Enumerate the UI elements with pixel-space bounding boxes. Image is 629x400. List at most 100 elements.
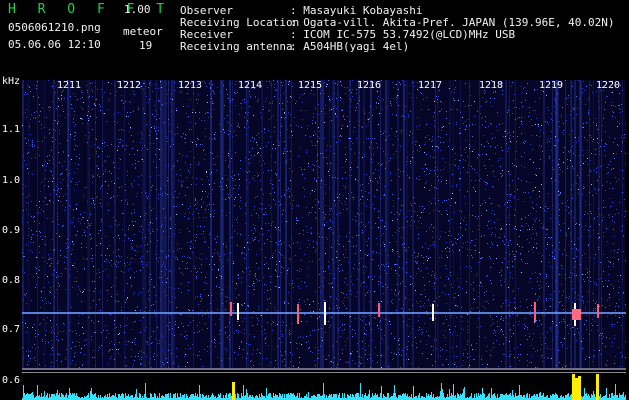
- noise-speckle: [549, 255, 550, 256]
- noise-speckle: [332, 99, 333, 100]
- noise-speckle: [280, 204, 281, 205]
- noise-speckle: [198, 139, 199, 140]
- noise-speckle: [88, 223, 89, 224]
- noise-speckle: [224, 254, 225, 255]
- noise-speckle: [261, 117, 262, 118]
- noise-speckle: [325, 253, 326, 254]
- noise-speckle: [383, 233, 384, 234]
- noise-speckle: [505, 131, 506, 132]
- noise-speckle: [43, 287, 44, 288]
- noise-speckle: [93, 176, 94, 177]
- noise-speckle: [372, 204, 373, 205]
- noise-speckle: [514, 357, 515, 358]
- noise-speckle: [446, 210, 447, 211]
- noise-speckle: [313, 170, 314, 171]
- noise-speckle: [114, 241, 115, 242]
- noise-speckle: [570, 365, 571, 366]
- noise-speckle: [378, 163, 379, 164]
- noise-speckle: [281, 267, 282, 268]
- noise-speckle: [588, 112, 589, 113]
- noise-speckle: [386, 226, 387, 227]
- noise-speckle: [257, 281, 258, 282]
- noise-speckle: [471, 240, 472, 241]
- spectrogram-canvas[interactable]: [22, 80, 626, 370]
- noise-speckle: [555, 136, 556, 137]
- noise-speckle: [416, 263, 417, 264]
- noise-speckle: [300, 336, 301, 337]
- noise-speckle: [522, 92, 523, 93]
- noise-speckle: [84, 212, 85, 213]
- noise-speckle: [148, 298, 149, 299]
- noise-speckle: [45, 198, 46, 199]
- noise-speckle: [420, 341, 421, 342]
- noise-speckle: [121, 200, 122, 201]
- noise-speckle: [359, 200, 360, 201]
- noise-speckle: [60, 189, 61, 190]
- noise-speckle: [54, 249, 55, 250]
- noise-speckle: [296, 125, 297, 126]
- noise-speckle: [39, 246, 40, 247]
- noise-speckle: [448, 220, 449, 221]
- noise-speckle: [176, 257, 177, 258]
- noise-speckle: [484, 295, 485, 296]
- noise-speckle: [213, 164, 214, 165]
- noise-speckle: [584, 324, 585, 325]
- noise-speckle: [245, 203, 246, 204]
- noise-speckle: [149, 338, 150, 339]
- noise-speckle: [190, 322, 191, 323]
- noise-speckle: [169, 287, 170, 288]
- noise-speckle: [434, 282, 435, 283]
- noise-speckle: [52, 175, 53, 176]
- noise-speckle: [254, 275, 255, 276]
- noise-speckle: [584, 281, 585, 282]
- noise-speckle: [477, 157, 478, 158]
- noise-speckle: [111, 144, 112, 145]
- noise-speckle: [319, 309, 320, 310]
- noise-speckle: [101, 89, 102, 90]
- noise-speckle: [299, 362, 300, 363]
- noise-speckle: [278, 321, 279, 322]
- noise-speckle: [166, 103, 167, 104]
- noise-speckle: [135, 221, 136, 222]
- noise-speckle: [520, 254, 521, 255]
- noise-speckle: [588, 280, 589, 281]
- noise-speckle: [103, 113, 104, 114]
- noise-speckle: [613, 286, 614, 287]
- noise-speckle: [368, 138, 369, 139]
- noise-speckle: [55, 120, 56, 121]
- noise-speckle: [109, 171, 110, 172]
- noise-speckle: [253, 294, 254, 295]
- noise-speckle: [380, 220, 381, 221]
- noise-speckle: [36, 231, 37, 232]
- noise-speckle: [51, 340, 52, 341]
- noise-speckle: [573, 307, 574, 308]
- noise-streak: [435, 80, 436, 370]
- noise-speckle: [105, 171, 106, 172]
- noise-speckle: [289, 332, 290, 333]
- noise-speckle: [466, 292, 467, 293]
- noise-speckle: [424, 171, 425, 172]
- noise-speckle: [159, 118, 160, 119]
- noise-speckle: [108, 82, 109, 83]
- noise-speckle: [396, 264, 397, 265]
- noise-speckle: [42, 107, 43, 108]
- noise-speckle: [320, 346, 321, 347]
- noise-speckle: [530, 159, 531, 160]
- noise-speckle: [74, 149, 75, 150]
- noise-speckle: [378, 284, 379, 285]
- noise-speckle: [463, 159, 464, 160]
- noise-speckle: [169, 124, 170, 125]
- noise-speckle: [450, 317, 451, 318]
- noise-speckle: [407, 221, 408, 222]
- noise-speckle: [84, 345, 85, 346]
- noise-speckle: [145, 147, 146, 148]
- noise-speckle: [582, 88, 583, 89]
- noise-speckle: [127, 175, 128, 176]
- noise-speckle: [86, 344, 87, 345]
- noise-speckle: [109, 262, 110, 263]
- noise-speckle: [485, 92, 486, 93]
- noise-speckle: [225, 296, 226, 297]
- noise-speckle: [472, 124, 473, 125]
- noise-speckle: [615, 306, 616, 307]
- noise-speckle: [349, 121, 350, 122]
